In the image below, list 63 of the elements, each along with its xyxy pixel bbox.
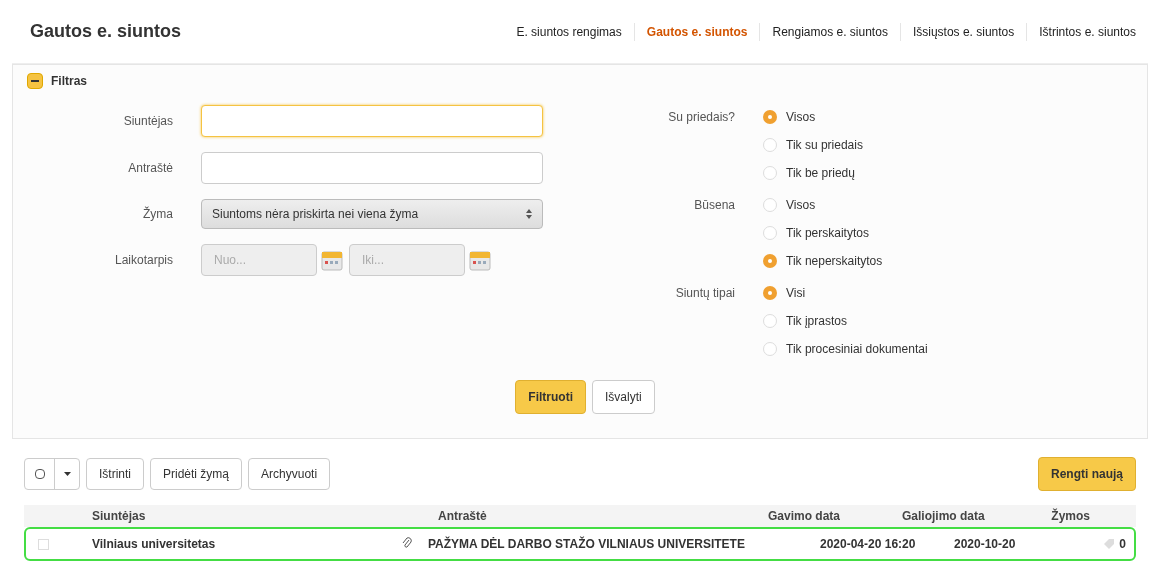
- field-label: Antraštė: [127, 160, 174, 177]
- column-header[interactable]: Siuntėjas: [24, 507, 372, 525]
- toolbar-button[interactable]: Ištrinti: [86, 458, 144, 490]
- group-label: Būsena: [693, 197, 736, 214]
- checkbox-icon[interactable]: [34, 469, 45, 479]
- column-header[interactable]: Žymos: [1030, 507, 1090, 525]
- toolbar-button[interactable]: Pridėti žymą: [150, 458, 243, 490]
- radio-icon[interactable]: [763, 166, 777, 180]
- radio-option[interactable]: Tik neperskaitytos: [763, 252, 883, 270]
- column-header[interactable]: Gavimo data: [768, 507, 902, 525]
- radio-icon[interactable]: [763, 342, 777, 356]
- radio-option[interactable]: Tik įprastos: [763, 312, 928, 330]
- radio-icon[interactable]: [763, 314, 777, 328]
- radio-icon[interactable]: [763, 138, 777, 152]
- nav-tab[interactable]: E. siuntos rengimas: [504, 22, 634, 41]
- radio-icon[interactable]: [763, 286, 777, 300]
- radio-option[interactable]: Visos: [763, 108, 863, 126]
- table-cell-text: 2020-10-20: [954, 536, 1017, 553]
- tag-icon: [1103, 538, 1116, 550]
- table-cell-text: Vilniaus universitetas: [92, 536, 217, 553]
- tag-count: 0: [1119, 536, 1126, 553]
- table-cell-text: PAŽYMA DĖL DARBO STAŽO VILNIAUS UNIVERSITETE: [428, 535, 746, 553]
- column-header[interactable]: Antraštė: [372, 507, 768, 525]
- date-from-field[interactable]: Nuo...: [201, 244, 317, 276]
- page-title: Gautos e. siuntos: [30, 20, 183, 43]
- radio-option[interactable]: Tik perskaitytos: [763, 224, 883, 242]
- row-checkbox[interactable]: [38, 538, 49, 550]
- nav-tab[interactable]: Ištrintos e. siuntos: [1026, 22, 1148, 41]
- input-field[interactable]: [201, 152, 543, 184]
- nav-tab[interactable]: Gautos e. siuntos: [633, 22, 760, 41]
- updown-icon: [526, 209, 532, 219]
- caret-icon: [63, 472, 71, 476]
- nav-tab[interactable]: Išsiųstos e. siuntos: [899, 22, 1027, 41]
- calendar-icon[interactable]: [469, 249, 491, 271]
- radio-icon[interactable]: [763, 254, 777, 268]
- radio-option[interactable]: Visos: [763, 196, 883, 214]
- column-header[interactable]: Galiojimo data: [902, 507, 1030, 525]
- toolbar-button[interactable]: Archyvuoti: [248, 458, 331, 490]
- input-field[interactable]: [201, 105, 543, 137]
- radio-option[interactable]: Tik be priedų: [763, 164, 863, 182]
- radio-icon[interactable]: [763, 110, 777, 124]
- radio-option[interactable]: Tik su priedais: [763, 136, 863, 154]
- filter-title: Filtras: [51, 73, 87, 90]
- date-to-field[interactable]: Iki...: [349, 244, 465, 276]
- group-label: Siuntų tipai: [674, 285, 736, 302]
- filter-button[interactable]: Filtruoti: [515, 380, 586, 414]
- new-button[interactable]: Rengti naują: [1038, 457, 1136, 491]
- table-row[interactable]: Vilniaus universitetas PAŽYMA DĖL DARBO STAŽO VILNIAUS UNIVERSITETE 2020-04-20 16:20 2020-10-20 0: [24, 527, 1136, 561]
- field-label: Siuntėjas: [122, 113, 174, 130]
- radio-option[interactable]: Visi: [763, 284, 928, 302]
- field-label: Laikotarpis: [113, 252, 174, 269]
- radio-icon[interactable]: [763, 226, 777, 240]
- tag-select[interactable]: Siuntoms nėra priskirta nei viena žyma: [201, 199, 543, 229]
- calendar-icon[interactable]: [321, 249, 343, 271]
- clear-button[interactable]: Išvalyti: [592, 380, 655, 414]
- table-cell-text: 2020-04-20 16:20: [820, 536, 917, 553]
- radio-icon[interactable]: [763, 198, 777, 212]
- nav-tab[interactable]: Rengiamos e. siuntos: [759, 22, 900, 41]
- group-label: Su priedais?: [667, 109, 736, 126]
- collapse-button[interactable]: [27, 73, 43, 89]
- minus-icon: [31, 77, 39, 85]
- radio-option[interactable]: Tik procesiniai dokumentai: [763, 340, 928, 358]
- field-label: Žyma: [142, 205, 174, 223]
